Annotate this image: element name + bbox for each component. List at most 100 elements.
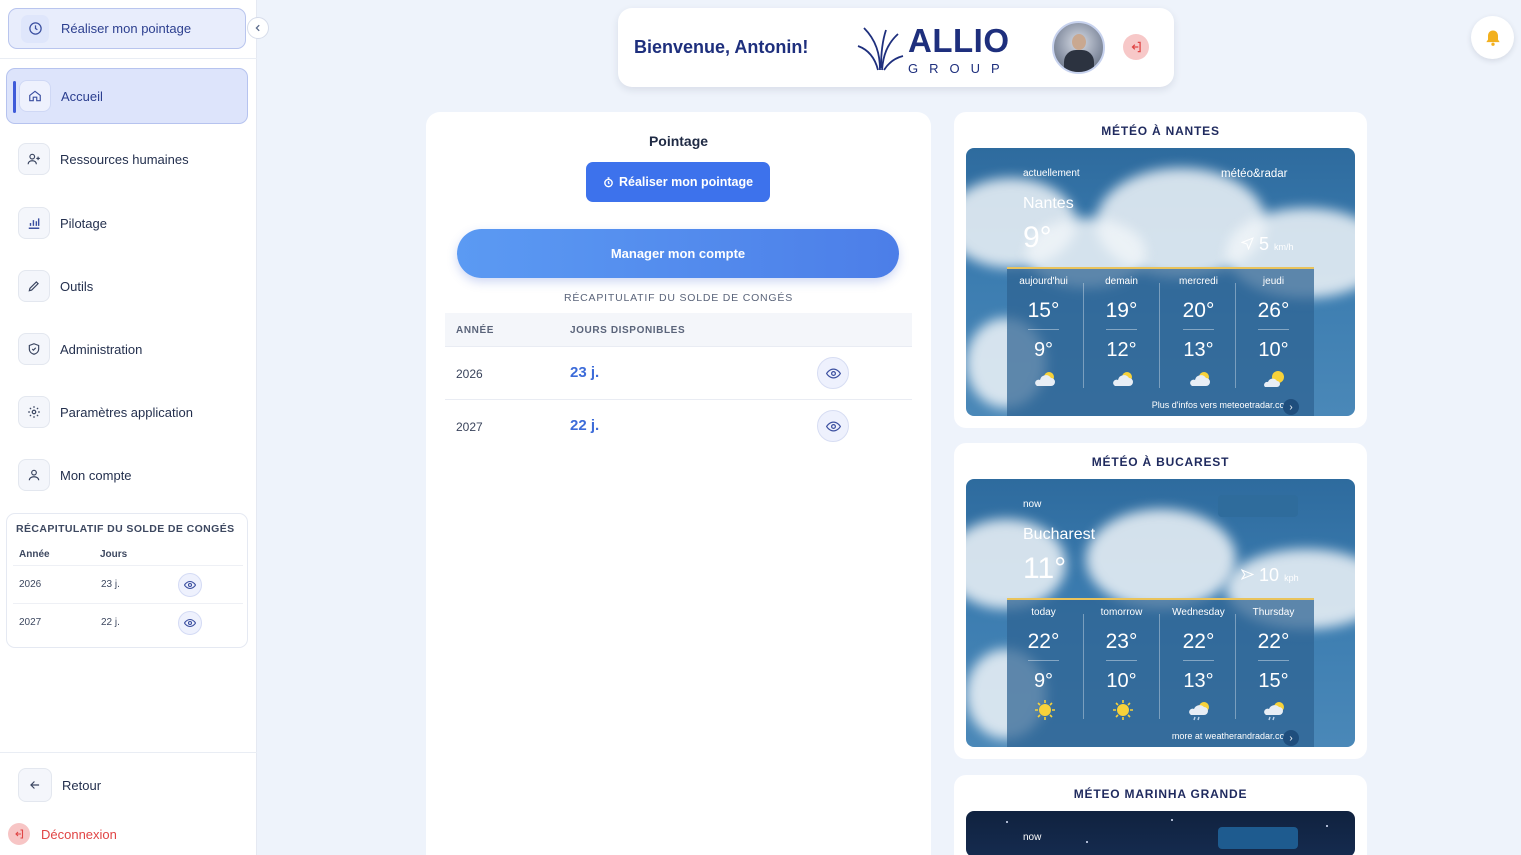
sidebar-clock-button[interactable]: Réaliser mon pointage (8, 8, 246, 49)
wind-unit: km/h (1274, 242, 1294, 252)
col-days: JOURS DISPONIBLES (570, 325, 686, 336)
weather-now-label: now (1023, 499, 1042, 510)
star-shape (1086, 841, 1088, 843)
cloud-shape (1086, 509, 1236, 609)
forecast-separator (1083, 283, 1084, 388)
arrow-left-icon (18, 768, 52, 802)
weather-widget[interactable]: now Bucharest 11° 10 kph today 22° 9° to… (966, 479, 1355, 747)
table-row: 2026 23 j. (445, 346, 912, 399)
forecast-high: 15° (1027, 299, 1060, 322)
chevron-right-icon[interactable]: › (1283, 399, 1299, 415)
forecast-low: 15° (1258, 670, 1289, 692)
recap-days: 23 j. (101, 579, 120, 590)
clock-in-button[interactable]: Réaliser mon pointage (586, 162, 770, 202)
sidebar-item-parametres[interactable]: Paramètres application (6, 384, 248, 440)
forecast-divider (1106, 329, 1137, 330)
avatar[interactable] (1052, 21, 1105, 74)
users-icon (18, 143, 50, 175)
eye-icon[interactable] (817, 357, 849, 389)
eye-icon[interactable] (178, 573, 202, 597)
forecast-divider (1183, 660, 1214, 661)
weather-city: Bucharest (1023, 526, 1096, 543)
chevron-right-icon[interactable]: › (1283, 730, 1299, 746)
pencil-icon (18, 270, 50, 302)
weather-widget[interactable]: actuellement météo&radar Nantes 9° 5 km/… (966, 148, 1355, 416)
weather-card-nantes: MÉTÉO À NANTES actuellement météo&radar … (954, 112, 1367, 428)
star-shape (1006, 821, 1008, 823)
forecast-separator (1235, 283, 1236, 388)
forecast-panel: aujourd'hui 15° 9° demain 19° 12° mercre… (1007, 267, 1314, 416)
shield-icon (18, 333, 50, 365)
welcome-message: Bienvenue, Antonin! (634, 37, 809, 57)
sidebar-item-accueil[interactable]: Accueil (6, 68, 248, 124)
forecast-low: 13° (1183, 670, 1214, 692)
weather-city: Nantes (1023, 195, 1074, 212)
logo-sub: GROUP (908, 61, 1011, 76)
sidebar-item-pilotage[interactable]: Pilotage (6, 195, 248, 251)
clock-icon (21, 14, 49, 43)
table-row: 2027 22 j. (13, 603, 243, 641)
notification-bell-icon[interactable] (1471, 16, 1514, 59)
back-button[interactable]: Retour (18, 768, 101, 802)
forecast-day: demain 19° 12° (1085, 269, 1158, 393)
recap-days: 22 j. (101, 617, 120, 628)
forecast-high: 22° (1257, 630, 1290, 653)
star-shape (1326, 825, 1328, 827)
forecast-day: mercredi 20° 13° (1162, 269, 1235, 393)
forecast-day-label: Wednesday (1172, 607, 1225, 618)
recap-title: RÉCAPITULATIF DU SOLDE DE CONGÉS (563, 292, 794, 304)
sidebar: Réaliser mon pointage Accueil Ressources… (0, 0, 269, 855)
col-year: ANNÉE (456, 325, 495, 336)
weather-wind: 5 km/h (1240, 234, 1294, 255)
weather-more-link[interactable]: more at weatherandradar.com (1007, 731, 1292, 741)
table-row: 2026 23 j. (13, 565, 243, 603)
sidebar-item-mon-compte[interactable]: Mon compte (6, 447, 248, 503)
wind-value: 10 (1259, 565, 1280, 585)
table-row: 2027 22 j. (445, 399, 912, 452)
recap-year: 2027 (19, 617, 42, 628)
sidebar-item-label: Accueil (61, 88, 103, 104)
wind-direction-icon (1240, 569, 1255, 580)
recap-year: 2027 (456, 420, 483, 434)
weather-more-link[interactable]: Plus d'infos vers meteoetradar.com (1007, 400, 1292, 410)
weather-now-label: actuellement (1023, 168, 1080, 179)
header-logout-icon[interactable] (1123, 34, 1149, 60)
eye-icon[interactable] (178, 611, 202, 635)
sunny-cloud-icon (1264, 371, 1284, 387)
sidebar-item-label: Ressources humaines (60, 151, 189, 167)
wind-direction-icon (1240, 237, 1254, 251)
sidebar-item-label: Administration (60, 341, 143, 357)
pointage-card: Pointage Réaliser mon pointage Manager m… (426, 112, 931, 855)
avatar-body (1064, 50, 1094, 72)
forecast-divider (1258, 660, 1289, 661)
sidebar-item-administration[interactable]: Administration (6, 321, 248, 377)
forecast-day: Thursday 22° 15° (1237, 600, 1310, 724)
forecast-day-label: aujourd'hui (1019, 276, 1068, 287)
logout-icon (8, 823, 30, 845)
forecast-low: 10° (1106, 670, 1137, 692)
avatar-head (1072, 34, 1086, 50)
weather-widget[interactable]: now (966, 811, 1355, 855)
forecast-low: 13° (1183, 339, 1214, 361)
sun-icon (1035, 700, 1055, 720)
forecast-low: 9° (1033, 670, 1054, 692)
sidebar-item-label: Paramètres application (60, 404, 193, 420)
clock-in-label: Réaliser mon pointage (618, 175, 754, 189)
chevron-left-icon[interactable] (247, 17, 269, 39)
manager-account-button[interactable]: Manager mon compte (457, 229, 899, 278)
welcome-header: Bienvenue, Antonin! ALLIO GROUP (618, 8, 1174, 87)
weather-brand: météo&radar (1221, 168, 1288, 180)
recap-days: 23 j. (570, 364, 600, 381)
eye-icon[interactable] (817, 410, 849, 442)
forecast-divider (1258, 329, 1289, 330)
logout-button[interactable]: Déconnexion (8, 823, 117, 845)
sidebar-recap-title: RÉCAPITULATIF DU SOLDE DE CONGÉS (16, 523, 235, 535)
gear-icon (18, 396, 50, 428)
forecast-high: 19° (1105, 299, 1138, 322)
weather-brand-box (1218, 827, 1298, 849)
sidebar-item-label: Mon compte (60, 467, 132, 483)
sidebar-item-ressources-humaines[interactable]: Ressources humaines (6, 131, 248, 187)
forecast-divider (1106, 660, 1137, 661)
logout-label: Déconnexion (41, 826, 117, 842)
sidebar-item-outils[interactable]: Outils (6, 258, 248, 314)
